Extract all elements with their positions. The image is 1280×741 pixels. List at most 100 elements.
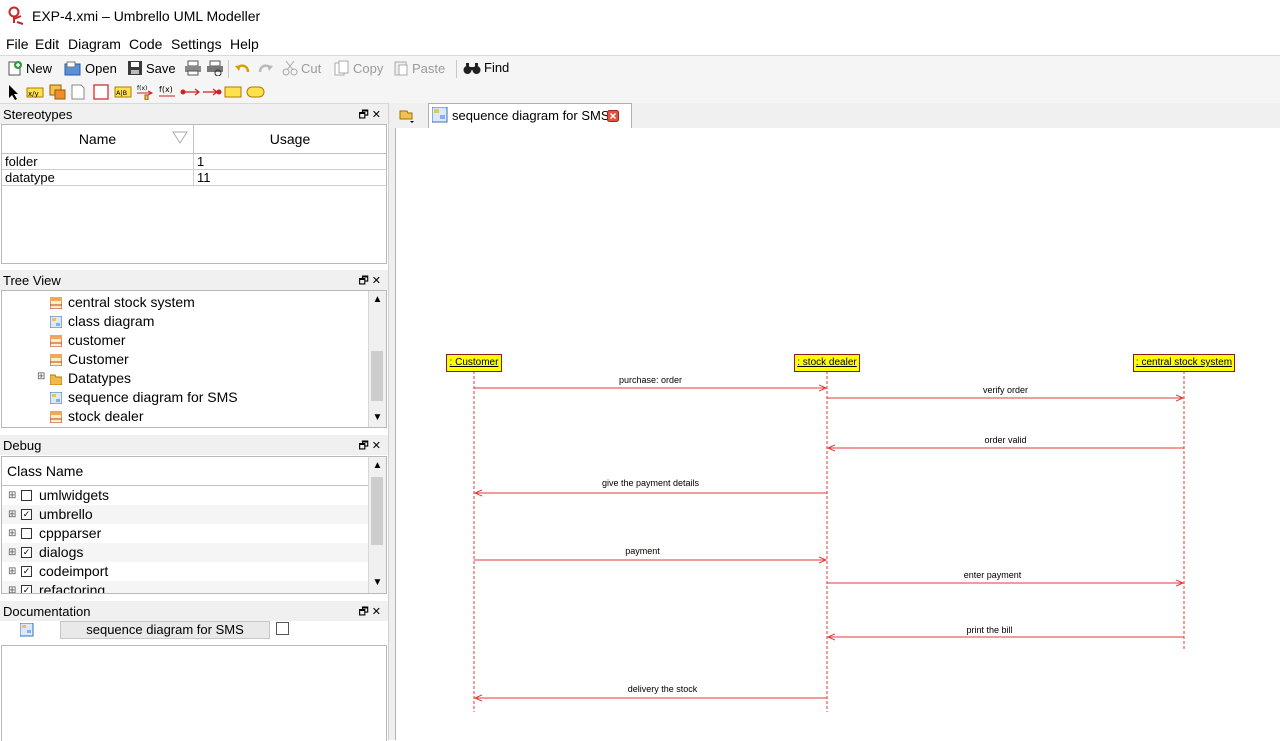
list-item[interactable]: ⊞ ✓ codeimport bbox=[2, 562, 368, 581]
tree-item[interactable]: class diagram bbox=[50, 312, 154, 331]
column-header-class-name[interactable]: Class Name bbox=[2, 457, 373, 486]
tree-item[interactable]: stock dealer bbox=[50, 407, 143, 426]
expand-icon[interactable]: ⊞ bbox=[8, 505, 16, 524]
list-item[interactable]: ⊞ cppparser bbox=[2, 524, 368, 543]
checkbox-checked[interactable]: ✓ bbox=[21, 566, 32, 577]
message-synchronous-icon[interactable]: f(x) bbox=[136, 84, 154, 100]
documentation-name-field[interactable]: sequence diagram for SMS bbox=[60, 621, 270, 639]
checkbox[interactable] bbox=[21, 490, 32, 501]
message-label[interactable]: print the bill bbox=[811, 625, 1168, 635]
expand-icon[interactable]: ⊞ bbox=[8, 486, 16, 505]
list-item[interactable]: ⊞ ✓ refactoring bbox=[2, 581, 368, 593]
tree-item[interactable]: customer bbox=[50, 331, 126, 350]
message-asynchronous-icon[interactable]: f(x) bbox=[158, 84, 176, 100]
list-item[interactable]: ⊞ ✓ dialogs bbox=[2, 543, 368, 562]
object-central-stock-system[interactable]: : central stock system bbox=[1133, 354, 1235, 372]
scroll-thumb[interactable] bbox=[371, 351, 383, 401]
note-icon[interactable] bbox=[70, 84, 86, 100]
dock-splitter[interactable] bbox=[388, 103, 395, 740]
message-label[interactable]: give the payment details bbox=[474, 478, 827, 488]
column-header-name[interactable]: Name bbox=[2, 125, 194, 154]
message-label[interactable]: purchase: order bbox=[474, 375, 827, 385]
expand-icon[interactable]: ⊞ bbox=[8, 581, 16, 593]
combined-fragment-icon[interactable]: A|B bbox=[114, 84, 132, 100]
documentation-checkbox[interactable] bbox=[276, 622, 289, 635]
dock-float-close-icon[interactable]: 🗗✕ bbox=[358, 603, 384, 622]
menu-help[interactable]: Help bbox=[230, 36, 259, 52]
tree-item[interactable]: Customer bbox=[50, 350, 129, 369]
checkbox-checked[interactable]: ✓ bbox=[21, 547, 32, 558]
message-found-icon[interactable] bbox=[180, 84, 200, 100]
message-label[interactable]: payment bbox=[466, 546, 819, 556]
undo-icon[interactable] bbox=[234, 60, 252, 76]
object-icon[interactable] bbox=[48, 84, 66, 100]
stereotype-usage: 11 bbox=[197, 170, 211, 185]
list-item[interactable]: ⊞ umlwidgets bbox=[2, 486, 368, 505]
debug-scrollbar[interactable]: ▲ ▼ bbox=[368, 457, 386, 593]
stereotype-usage: 1 bbox=[197, 154, 205, 169]
message-label[interactable]: verify order bbox=[827, 385, 1184, 395]
message-label[interactable]: delivery the stock bbox=[486, 684, 839, 694]
expand-icon[interactable]: ⊞ bbox=[37, 371, 45, 382]
list-item[interactable]: ⊞ ✓ umbrello bbox=[2, 505, 368, 524]
copy-button[interactable]: Copy bbox=[334, 60, 383, 76]
print-icon[interactable] bbox=[184, 60, 202, 76]
scroll-up-icon[interactable]: ▲ bbox=[369, 291, 386, 308]
tree-item[interactable]: Datatypes bbox=[50, 369, 131, 388]
checkbox-checked[interactable]: ✓ bbox=[21, 509, 32, 520]
find-button[interactable]: Find bbox=[463, 60, 509, 75]
dock-float-close-icon[interactable]: 🗗✕ bbox=[358, 437, 384, 456]
cut-button[interactable]: Cut bbox=[282, 60, 321, 76]
end-of-lifeline-icon[interactable] bbox=[246, 84, 266, 100]
tree-scrollbar[interactable]: ▲ ▼ bbox=[368, 291, 386, 427]
menu-diagram[interactable]: Diagram bbox=[68, 36, 121, 52]
open-label: Open bbox=[85, 60, 117, 76]
tree-item[interactable]: central stock system bbox=[50, 293, 195, 312]
select-arrow-icon[interactable] bbox=[7, 84, 19, 100]
save-button[interactable]: Save bbox=[127, 60, 176, 76]
open-icon bbox=[64, 61, 81, 76]
text-line-icon[interactable]: x/y bbox=[26, 84, 44, 100]
tree-item-label: Customer bbox=[68, 351, 129, 367]
print-preview-icon[interactable] bbox=[206, 60, 224, 76]
scroll-thumb[interactable] bbox=[371, 477, 383, 545]
expand-icon[interactable]: ⊞ bbox=[8, 543, 16, 562]
dock-float-close-icon[interactable]: 🗗✕ bbox=[358, 106, 384, 125]
menu-file[interactable]: File bbox=[6, 36, 29, 52]
table-row[interactable]: datatype 11 bbox=[2, 170, 386, 186]
checkbox-checked[interactable]: ✓ bbox=[21, 585, 32, 593]
svg-text:x/y: x/y bbox=[28, 90, 39, 98]
object-stock-dealer[interactable]: : stock dealer bbox=[794, 354, 860, 372]
expand-icon[interactable]: ⊞ bbox=[8, 562, 16, 581]
diagram-canvas[interactable]: : Customer : stock dealer : central stoc… bbox=[395, 128, 1280, 740]
scroll-down-icon[interactable]: ▼ bbox=[369, 574, 386, 591]
close-tab-icon[interactable] bbox=[607, 110, 619, 122]
message-label[interactable]: order valid bbox=[827, 435, 1184, 445]
redo-icon[interactable] bbox=[256, 60, 274, 76]
tab-sequence-diagram[interactable]: sequence diagram for SMS bbox=[428, 103, 632, 128]
tree-item[interactable]: sequence diagram for SMS bbox=[50, 388, 238, 407]
scroll-down-icon[interactable]: ▼ bbox=[369, 409, 386, 426]
precondition-icon[interactable] bbox=[224, 84, 242, 100]
class-icon bbox=[50, 410, 62, 423]
menu-code[interactable]: Code bbox=[129, 36, 162, 52]
column-header-usage[interactable]: Usage bbox=[194, 125, 386, 154]
menu-bar: File Edit Diagram Code Settings Help bbox=[0, 34, 1280, 54]
open-button[interactable]: Open bbox=[64, 60, 117, 76]
new-diagram-menu-icon[interactable] bbox=[399, 108, 417, 124]
documentation-text-area[interactable] bbox=[1, 645, 387, 741]
expand-icon[interactable]: ⊞ bbox=[8, 524, 16, 543]
checkbox[interactable] bbox=[21, 528, 32, 539]
table-row[interactable]: folder 1 bbox=[2, 154, 386, 170]
menu-settings[interactable]: Settings bbox=[171, 36, 222, 52]
toolbar-separator bbox=[456, 60, 457, 78]
scroll-up-icon[interactable]: ▲ bbox=[369, 457, 386, 474]
menu-edit[interactable]: Edit bbox=[35, 36, 59, 52]
message-lost-icon[interactable] bbox=[202, 84, 222, 100]
dock-float-close-icon[interactable]: 🗗✕ bbox=[358, 272, 384, 291]
paste-button[interactable]: Paste bbox=[393, 60, 445, 76]
box-icon[interactable] bbox=[92, 84, 110, 100]
object-customer[interactable]: : Customer bbox=[446, 354, 502, 372]
message-label[interactable]: enter payment bbox=[814, 570, 1171, 580]
new-button[interactable]: New bbox=[7, 60, 52, 76]
